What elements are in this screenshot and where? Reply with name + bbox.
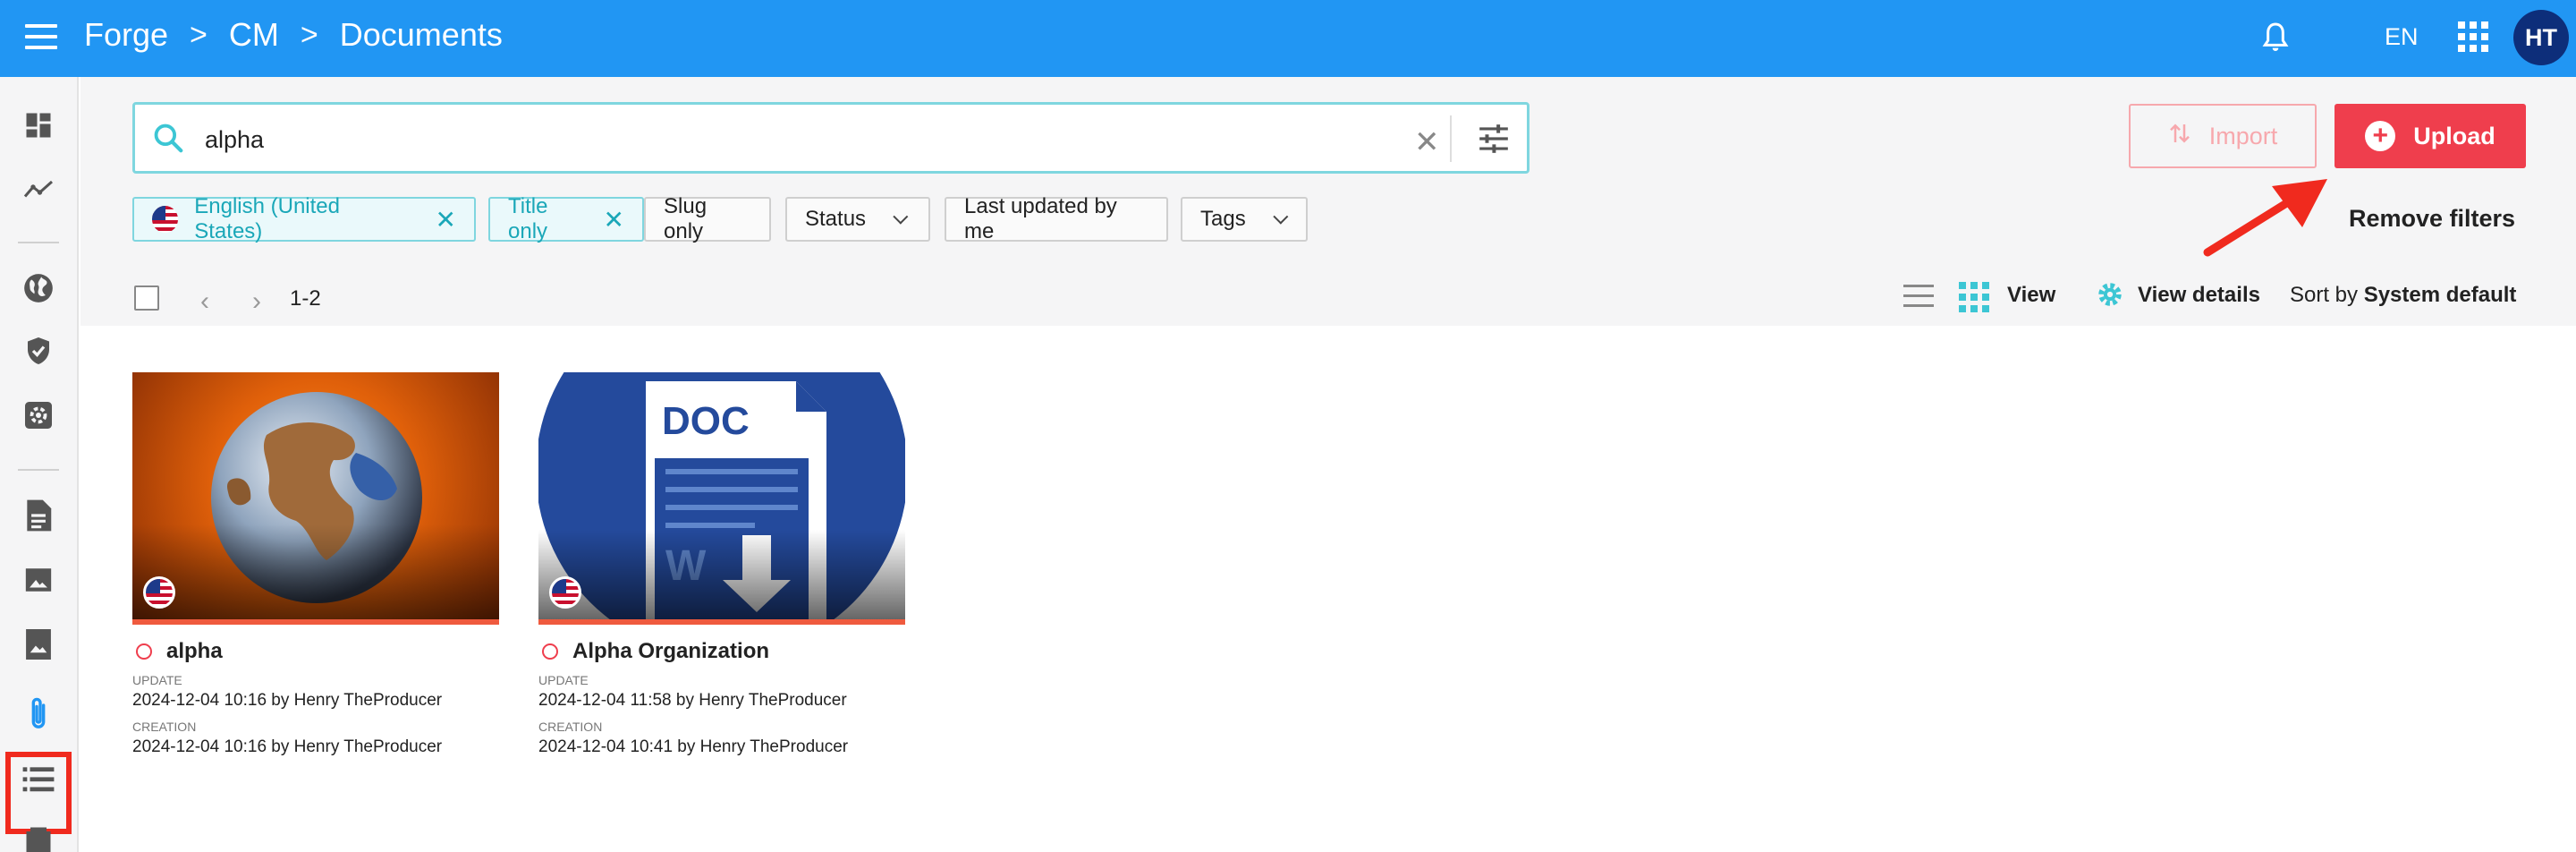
globe-icon[interactable] <box>19 268 58 308</box>
import-button[interactable]: Import <box>2129 104 2317 168</box>
sidebar-divider <box>18 469 59 471</box>
creation-label: CREATION <box>538 720 603 734</box>
breadcrumb-cm[interactable]: CM <box>229 16 279 54</box>
user-avatar[interactable]: HT <box>2513 10 2569 65</box>
language-selector[interactable]: EN <box>2385 23 2419 51</box>
pagination-range: 1-2 <box>290 286 321 311</box>
creation-value: 2024-12-04 10:41 by Henry TheProducer <box>538 737 849 756</box>
chevron-right-icon[interactable]: › <box>252 286 261 317</box>
status-indicator <box>542 643 558 660</box>
creation-value: 2024-12-04 10:16 by Henry TheProducer <box>132 737 443 756</box>
tags-filter-dropdown[interactable]: Tags <box>1181 197 1308 242</box>
search-icon <box>151 121 185 159</box>
grid-view-icon[interactable] <box>1959 282 1989 312</box>
image-icon[interactable] <box>19 560 58 600</box>
gear-icon[interactable] <box>2095 279 2125 314</box>
creation-label: CREATION <box>132 720 197 734</box>
remove-filters-link[interactable]: Remove filters <box>2349 205 2515 233</box>
select-all-checkbox[interactable] <box>134 285 159 311</box>
plus-circle-icon: + <box>2365 121 2396 151</box>
sidebar-divider <box>18 242 59 243</box>
slug-only-chip[interactable]: Slug only <box>644 194 771 243</box>
us-flag-icon <box>143 576 175 609</box>
sort-selector[interactable]: Sort by System default <box>2290 283 2516 308</box>
update-value: 2024-12-04 10:16 by Henry TheProducer <box>132 691 443 710</box>
upload-label: Upload <box>2413 122 2496 149</box>
sort-prefix: Sort by <box>2290 283 2359 307</box>
update-label: UPDATE <box>132 673 182 687</box>
shield-check-icon[interactable] <box>19 331 58 371</box>
title-only-chip[interactable]: Title only ✕ <box>488 194 644 243</box>
chip-label: English (United States) <box>194 194 340 243</box>
import-label: Import <box>2208 122 2278 149</box>
settings-cog-icon[interactable] <box>19 396 58 435</box>
chip-label: Status <box>805 207 867 231</box>
upload-button[interactable]: + Upload <box>2334 104 2526 168</box>
attachment-icon[interactable] <box>19 694 58 734</box>
breadcrumb-documents: Documents <box>339 16 503 53</box>
filter-settings-icon[interactable] <box>1477 123 1511 159</box>
update-value: 2024-12-04 11:58 by Henry TheProducer <box>538 691 847 710</box>
language-filter-chip[interactable]: English (United States) ✕ <box>132 194 476 243</box>
globe-illustration <box>132 392 499 619</box>
document-thumbnail[interactable] <box>132 372 499 625</box>
import-arrows-icon <box>2168 120 2191 153</box>
chip-label: Last updated by me <box>964 194 1117 243</box>
breadcrumb: Forge > CM > Documents <box>84 16 503 54</box>
apps-grid-icon[interactable] <box>2458 21 2488 52</box>
view-menu[interactable]: View <box>2007 283 2055 308</box>
search-divider <box>1450 115 1452 162</box>
document-thumbnail[interactable]: W DOC <box>538 372 905 625</box>
bookmark-image-icon[interactable] <box>19 625 58 664</box>
status-filter-dropdown[interactable]: Status <box>785 197 930 242</box>
document-card[interactable]: alpha UPDATE 2024-12-04 10:16 by Henry T… <box>132 372 499 757</box>
chevron-down-icon <box>893 209 909 225</box>
chip-label: Title only <box>508 194 548 243</box>
doc-thumb-label: DOC <box>662 399 750 443</box>
top-app-bar: Forge > CM > Documents EN HT <box>0 0 2576 77</box>
chevron-down-icon <box>1273 209 1289 225</box>
us-flag-icon <box>549 576 581 609</box>
view-details-button[interactable]: View details <box>2138 283 2260 308</box>
list-icon[interactable] <box>19 759 58 798</box>
layers-icon[interactable] <box>19 820 58 852</box>
clear-search-icon[interactable]: ✕ <box>1414 124 1440 160</box>
chip-label: Tags <box>1200 207 1246 231</box>
update-label: UPDATE <box>538 673 589 687</box>
annotation-arrow <box>2202 175 2333 262</box>
breadcrumb-separator: > <box>300 17 318 52</box>
chevron-left-icon[interactable]: ‹ <box>200 286 209 317</box>
document-icon[interactable] <box>19 496 58 535</box>
list-view-icon[interactable] <box>1903 285 1934 308</box>
remove-chip-icon[interactable]: ✕ <box>436 205 456 234</box>
search-bar: alpha ✕ <box>132 102 1530 174</box>
document-title[interactable]: Alpha Organization <box>572 639 769 664</box>
breadcrumb-forge[interactable]: Forge <box>84 16 168 54</box>
last-updated-by-me-chip[interactable]: Last updated by me <box>945 194 1168 243</box>
sidebar <box>0 77 79 852</box>
menu-icon[interactable] <box>25 24 57 51</box>
sort-value: System default <box>2363 283 2517 307</box>
dashboard-icon[interactable] <box>19 106 58 145</box>
analytics-icon[interactable] <box>19 170 58 209</box>
us-flag-icon <box>152 206 179 233</box>
document-card[interactable]: W DOC Alpha Organization UPDATE 2024-12-… <box>538 372 905 757</box>
chip-label: Slug only <box>664 194 708 243</box>
status-indicator <box>136 643 152 660</box>
remove-chip-icon[interactable]: ✕ <box>604 205 624 234</box>
notifications-bell-icon[interactable] <box>2258 20 2293 55</box>
document-title[interactable]: alpha <box>166 639 223 664</box>
search-input[interactable]: alpha <box>205 126 264 154</box>
breadcrumb-separator: > <box>190 17 208 52</box>
